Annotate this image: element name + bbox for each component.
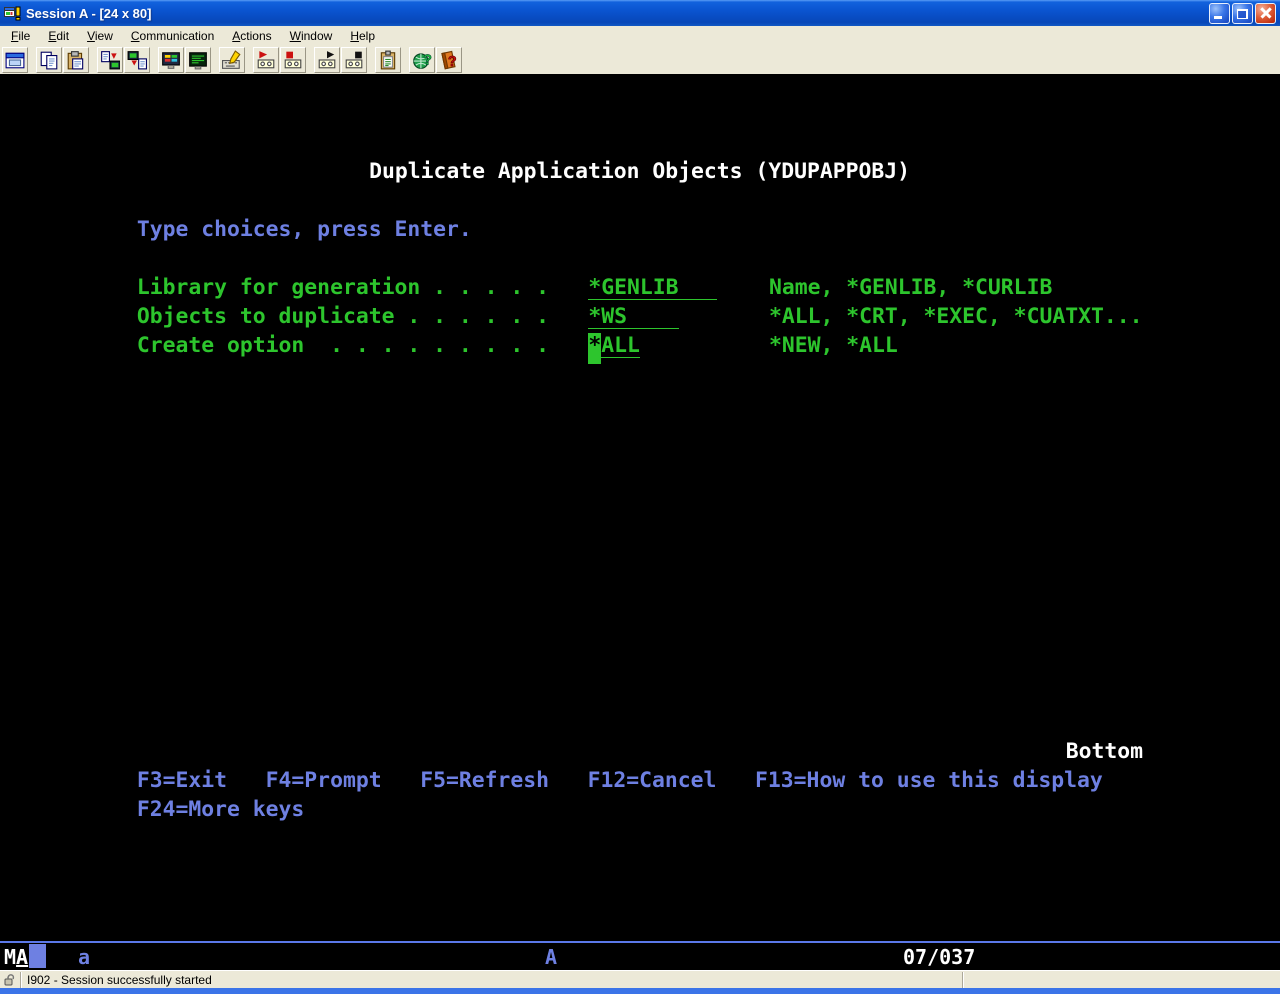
paste-icon <box>66 50 86 70</box>
macro-play-button[interactable] <box>314 47 340 73</box>
session-window-frame: Session A - [24 x 80] FileEditViewCommun… <box>0 0 1280 994</box>
keyboard-setup-button[interactable] <box>219 47 245 73</box>
copy-icon <box>39 50 59 70</box>
cursor-underbar <box>588 358 601 364</box>
send-file-icon <box>100 50 120 70</box>
oia-status-indicator: MA <box>4 946 28 968</box>
menu-actions[interactable]: Actions <box>223 26 280 46</box>
restore-icon <box>1237 9 1248 19</box>
app-icon <box>4 5 22 21</box>
web-help-button[interactable]: ? <box>409 47 435 73</box>
screen-text: Name, *GENLIB, *CURLIB <box>769 277 1052 299</box>
session-window-icon <box>5 50 25 70</box>
toolbar-group <box>97 47 151 73</box>
toolbar-group <box>314 47 368 73</box>
macro-stop-icon <box>344 50 364 70</box>
padlock-icon <box>3 973 17 987</box>
keyboard-setup-icon <box>222 50 242 70</box>
screen-text: Type choices, press Enter. <box>137 219 472 241</box>
color-display-button[interactable] <box>158 47 184 73</box>
close-icon <box>1259 7 1272 20</box>
screen-text: Bottom <box>1066 741 1143 763</box>
window-controls <box>1207 3 1276 24</box>
oia-cursor-position: 07/037 <box>903 946 975 968</box>
web-help-icon: ? <box>412 50 432 70</box>
input-field-library-for-generation[interactable]: *GENLIB <box>588 277 717 300</box>
screen-text: Library for generation . . . . . <box>137 277 549 299</box>
color-display-icon <box>161 50 181 70</box>
close-button[interactable] <box>1255 3 1276 24</box>
receive-file-icon <box>127 50 147 70</box>
oia-cursor-block <box>29 944 46 968</box>
macro-stop-record-icon <box>283 50 303 70</box>
screen-text: *ALL, *CRT, *EXEC, *CUATXT... <box>769 306 1142 328</box>
display-setup-button[interactable] <box>185 47 211 73</box>
screen-text: F24=More keys <box>137 799 304 821</box>
oia-system-indicator: A <box>545 946 557 968</box>
toolbar: ?? <box>0 46 1280 74</box>
macro-record-button[interactable] <box>253 47 279 73</box>
toolbar-group <box>36 47 90 73</box>
help-index-button[interactable]: ? <box>436 47 462 73</box>
menu-view[interactable]: View <box>78 26 122 46</box>
minimize-button[interactable] <box>1209 3 1230 24</box>
oia-keyboard-indicator: a <box>78 946 90 968</box>
input-field-create-option[interactable]: *ALL <box>588 335 640 358</box>
paste-button[interactable] <box>63 47 89 73</box>
session-window-button[interactable] <box>2 47 28 73</box>
text-cursor: * <box>588 333 601 358</box>
macro-stop-button[interactable] <box>341 47 367 73</box>
toolbar-group <box>219 47 246 73</box>
status-message: I902 - Session successfully started <box>27 973 212 987</box>
title-bar[interactable]: Session A - [24 x 80] <box>0 0 1280 26</box>
status-bar: I902 - Session successfully started <box>0 970 1280 988</box>
screen-text: Duplicate Application Objects (YDUPAPPOB… <box>369 161 910 183</box>
receive-file-button[interactable] <box>124 47 150 73</box>
macro-play-icon <box>317 50 337 70</box>
toolbar-group <box>375 47 402 73</box>
clipboard-button[interactable] <box>375 47 401 73</box>
menu-edit[interactable]: Edit <box>39 26 78 46</box>
screen-text: Objects to duplicate . . . . . . <box>137 306 549 328</box>
window-title: Session A - [24 x 80] <box>26 6 1207 21</box>
display-setup-icon <box>188 50 208 70</box>
send-file-button[interactable] <box>97 47 123 73</box>
input-field-objects-to-duplicate[interactable]: *WS <box>588 306 678 329</box>
help-index-icon: ? <box>439 50 459 70</box>
screen-text: F3=Exit F4=Prompt F5=Refresh F12=Cancel … <box>137 770 1103 792</box>
menu-window[interactable]: Window <box>281 26 342 46</box>
statusbar-divider <box>962 972 964 988</box>
copy-button[interactable] <box>36 47 62 73</box>
menu-communication[interactable]: Communication <box>122 26 223 46</box>
statusbar-icon-divider <box>20 972 22 988</box>
macro-record-icon <box>256 50 276 70</box>
menu-help[interactable]: Help <box>341 26 384 46</box>
macro-stop-record-button[interactable] <box>280 47 306 73</box>
toolbar-group <box>253 47 307 73</box>
clipboard-icon <box>378 50 398 70</box>
toolbar-group <box>2 47 29 73</box>
toolbar-group <box>158 47 212 73</box>
operator-information-area: MA a A 07/037 <box>0 941 1280 970</box>
menu-file[interactable]: File <box>2 26 39 46</box>
window-bottom-border <box>0 988 1280 994</box>
restore-button[interactable] <box>1232 3 1253 24</box>
screen-text: Create option . . . . . . . . . <box>137 335 549 357</box>
menu-bar: FileEditViewCommunicationActionsWindowHe… <box>0 26 1280 46</box>
screen-text: *NEW, *ALL <box>769 335 898 357</box>
svg-text:?: ? <box>448 54 457 70</box>
svg-text:?: ? <box>423 52 432 68</box>
minimize-icon <box>1214 16 1222 19</box>
toolbar-group: ?? <box>409 47 463 73</box>
terminal-screen[interactable]: Duplicate Application Objects (YDUPAPPOB… <box>0 74 1280 941</box>
